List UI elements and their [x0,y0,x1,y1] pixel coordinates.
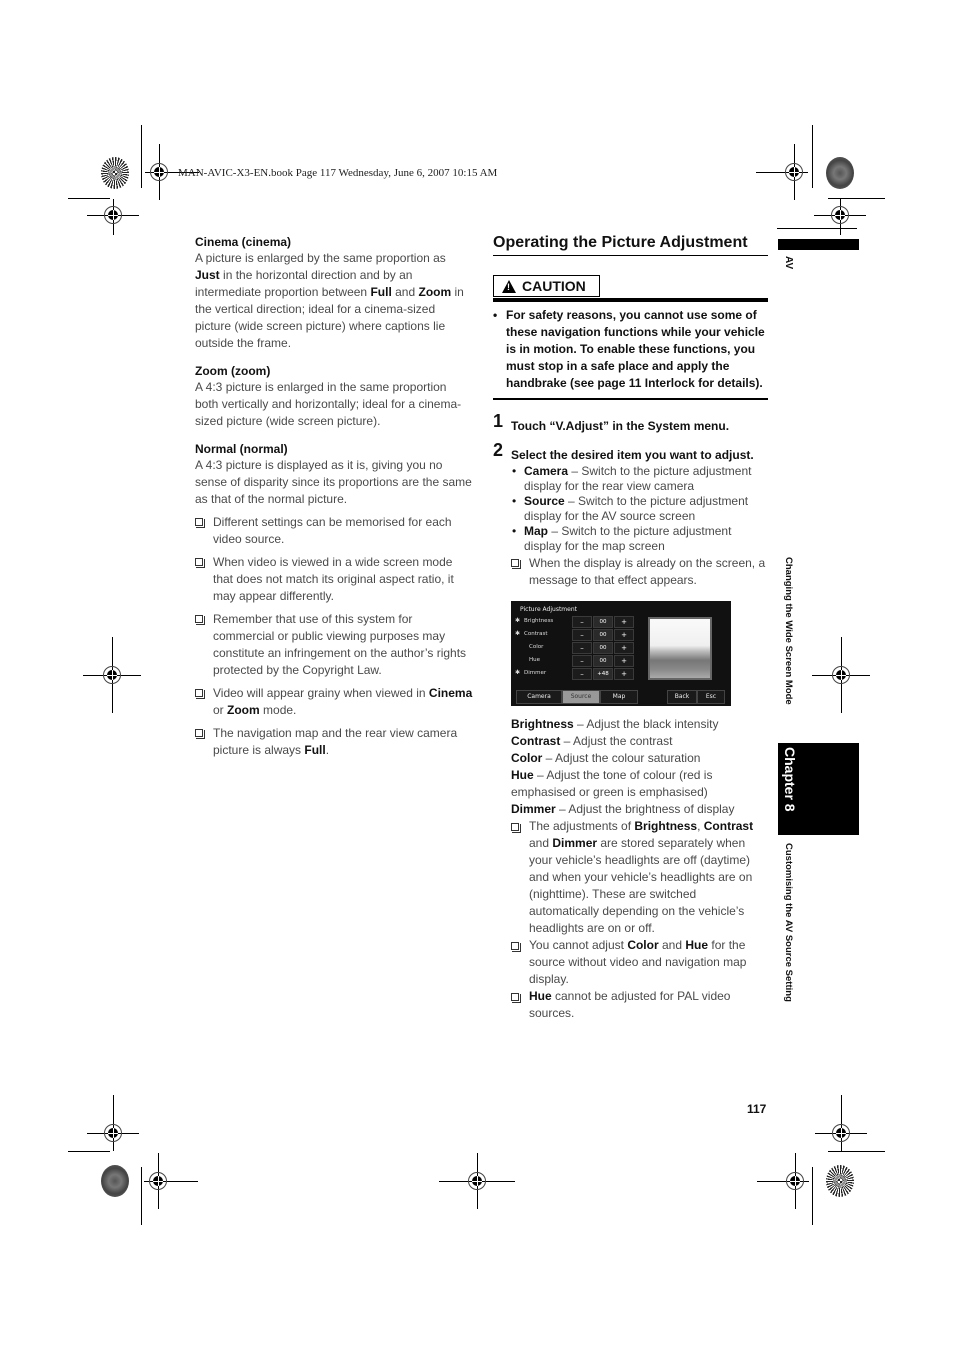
normal-heading: Normal (normal) [195,442,288,456]
checkbox-bullet-icon [511,822,521,833]
tab-map[interactable]: Map [600,689,638,704]
option-item: • Map – Switch to the picture adjustment … [512,523,732,553]
picture-adjustment-screen: Picture Adjustment ✱ Brightness – 00 + ✱… [511,600,731,706]
checkbox-bullet-icon [195,615,205,625]
crop-line [68,198,110,199]
page-number: 117 [747,1102,767,1116]
tab-source[interactable]: Source [562,689,600,704]
step-number: 2 [493,439,504,460]
checkbox-bullet-icon [195,518,205,528]
caution-badge: CAUTION [493,275,600,297]
caution-bottom-rule [493,397,768,400]
option-list: • Camera – Switch to the picture adjustme… [511,464,768,589]
definition-item: Contrast – Adjust the contrast [511,733,673,748]
minus-button[interactable]: – [572,654,592,667]
minus-button[interactable]: – [572,628,592,641]
checkbox-bullet-icon [195,558,205,568]
crop-line [828,198,885,199]
crop-line [777,228,857,229]
crop-line [812,125,813,188]
note-item: Different settings can be memorised for … [195,514,473,548]
checkbox-bullet-icon [195,689,205,699]
step-2: 2 Select the desired item you want to ad… [493,439,754,462]
note-item: You cannot adjust Color and Hue for the … [511,937,768,988]
back-button[interactable]: Back [667,689,697,704]
chapter-label: Chapter 8 [782,747,798,812]
note-item: When the display is already on the scree… [511,555,768,589]
adjust-row-dimmer: ✱ Dimmer – +48 + [515,667,635,680]
crop-line [68,1151,110,1152]
value-display: +48 [593,667,613,680]
note-item: Remember that use of this system for com… [195,611,473,679]
color-registration-mark [826,1165,854,1197]
crop-line [828,1151,885,1152]
minus-button[interactable]: – [572,667,592,680]
crop-line [141,125,142,188]
esc-button[interactable]: Esc [697,689,725,704]
note-item: The adjustments of Brightness, Contrast … [511,818,768,937]
normal-body: A 4:3 picture is displayed as it is, giv… [195,458,472,506]
color-registration-mark [101,1165,129,1197]
value-display: 00 [593,654,613,667]
caution-text: • For safety reasons, you cannot use som… [493,307,765,390]
side-tab-bar [778,239,859,250]
note-item: Hue cannot be adjusted for PAL video sou… [511,988,768,1022]
checkbox-bullet-icon [511,558,521,569]
checkbox-bullet-icon [511,941,521,952]
zoom-body: A 4:3 picture is enlarged in the same pr… [195,380,462,428]
caution-label: CAUTION [522,278,586,294]
definition-item: Brightness – Adjust the black intensity [511,716,719,731]
minus-button[interactable]: – [572,641,592,654]
crop-line [141,1167,142,1225]
plus-button[interactable]: + [614,615,634,628]
plus-button[interactable]: + [614,628,634,641]
definition-item: Dimmer – Adjust the brightness of displa… [511,801,735,816]
screen-title: Picture Adjustment [520,605,577,613]
note-item: The navigation map and the rear view cam… [195,725,473,759]
definitions-list: Brightness – Adjust the black intensity … [511,716,768,1022]
warning-triangle-icon [502,279,516,293]
definition-item: Color – Adjust the colour saturation [511,750,701,765]
note-item: When video is viewed in a wide screen mo… [195,554,473,605]
minus-button[interactable]: – [572,615,592,628]
option-item: • Source – Switch to the picture adjustme… [512,493,749,523]
cinema-heading: Cinema (cinema) [195,235,292,249]
value-display: 00 [593,615,613,628]
left-column: Cinema (cinema) A picture is enlarged by… [195,235,473,765]
step-number: 1 [493,410,504,431]
value-display: 00 [593,628,613,641]
definition-item: Hue – Adjust the tone of colour (red is … [511,767,713,799]
checkbox-bullet-icon [195,729,205,739]
cinema-body: A picture is enlarged by the same propor… [195,251,464,350]
side-chapter-title: Changing the Wide Screen Mode [783,557,794,705]
side-section-label: AV [783,256,794,270]
right-column: Operating the Picture Adjustment CAUTION… [493,234,768,1022]
note-item: Video will appear grainy when viewed in … [195,685,473,719]
tab-camera[interactable]: Camera [516,689,562,704]
color-registration-mark [101,157,129,189]
checkbox-bullet-icon [511,992,521,1003]
zoom-heading: Zoom (zoom) [195,364,271,378]
plus-button[interactable]: + [614,667,634,680]
step-1: 1 Touch “V.Adjust” in the System menu. [493,410,730,433]
color-registration-mark [826,157,854,189]
adjust-row-brightness: ✱ Brightness – 00 + [515,615,635,628]
option-item: • Camera – Switch to the picture adjustme… [512,463,752,493]
plus-button[interactable]: + [614,641,634,654]
picture-preview [648,616,712,680]
adjust-row-color: Color – 00 + [515,641,635,654]
section-title: Operating the Picture Adjustment [493,234,768,256]
book-header: MAN-AVIC-X3-EN.book Page 117 Wednesday, … [178,167,498,179]
crop-line [812,1167,813,1225]
adjust-row-hue: Hue – 00 + [515,654,635,667]
plus-button[interactable]: + [614,654,634,667]
value-display: 00 [593,641,613,654]
adjust-row-contrast: ✱ Contrast – 00 + [515,628,635,641]
side-subtitle: Customising the AV Source Setting [783,843,794,1002]
